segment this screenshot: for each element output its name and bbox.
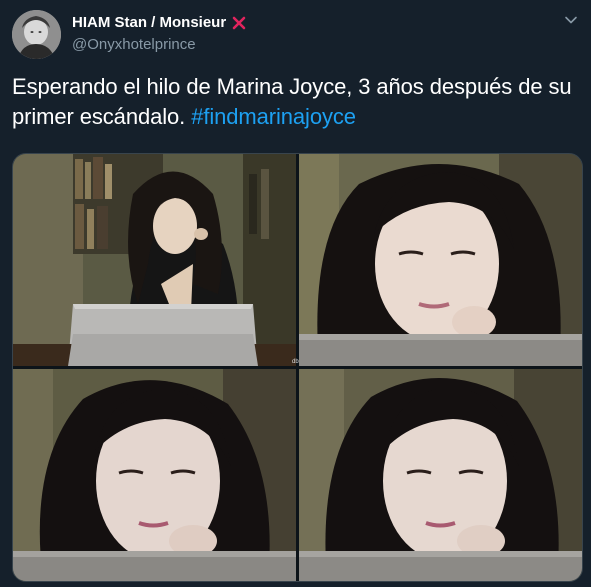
- media-image-3[interactable]: [13, 369, 296, 581]
- media-image-2[interactable]: [299, 154, 582, 366]
- photo-3: [13, 369, 296, 581]
- tweet-card: HIAM Stan / Monsieur @Onyxhotelprince Es…: [0, 0, 591, 587]
- user-handle[interactable]: @Onyxhotelprince: [72, 36, 196, 53]
- avatar[interactable]: [12, 10, 61, 59]
- photo-2: [299, 154, 582, 366]
- chevron-down-icon[interactable]: [563, 12, 579, 28]
- media-grid: db: [12, 153, 583, 582]
- media-image-1[interactable]: [13, 154, 296, 366]
- photo-1: [13, 154, 296, 366]
- watermark-text: db: [292, 359, 299, 365]
- media-image-4[interactable]: [299, 369, 582, 581]
- display-name[interactable]: HIAM Stan / Monsieur: [72, 14, 226, 31]
- red-x-icon: [231, 15, 247, 31]
- photo-4: [299, 369, 582, 581]
- hashtag-link[interactable]: #findmarinajoyce: [191, 104, 356, 129]
- avatar-image: [12, 10, 61, 59]
- tweet-text: Esperando el hilo de Marina Joyce, 3 año…: [12, 72, 579, 132]
- name-row: HIAM Stan / Monsieur: [72, 14, 247, 31]
